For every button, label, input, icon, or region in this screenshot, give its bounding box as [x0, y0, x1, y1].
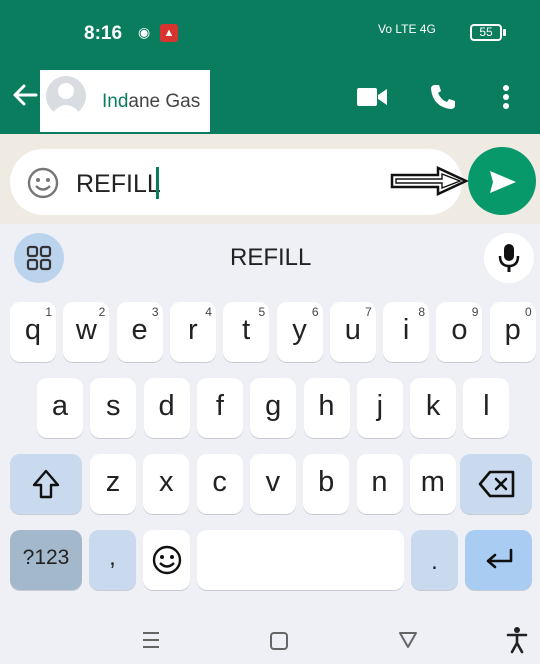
key-label: x — [159, 466, 174, 498]
home-icon[interactable] — [268, 630, 290, 652]
send-icon[interactable] — [488, 167, 518, 197]
accessibility-icon[interactable] — [506, 626, 528, 654]
space-key[interactable] — [197, 530, 404, 590]
key-hint: 9 — [471, 305, 479, 319]
key-label: n — [371, 466, 388, 498]
key-label: a — [51, 390, 69, 422]
key-h[interactable]: h — [303, 378, 350, 438]
arrow-annotation-icon — [390, 166, 469, 196]
key-r[interactable]: r4 — [169, 302, 216, 362]
key-label: g — [265, 390, 282, 422]
key-label: z — [105, 466, 121, 498]
video-call-icon[interactable] — [356, 86, 388, 108]
contact-name[interactable]: Indane Gas — [102, 91, 200, 113]
key-a[interactable]: a — [37, 378, 83, 438]
enter-key[interactable] — [465, 530, 532, 590]
key-hint: 8 — [418, 305, 426, 319]
status-app-icon: ◉ — [138, 24, 151, 40]
comma-key-label: , — [109, 544, 116, 571]
key-y[interactable]: y6 — [276, 302, 323, 362]
backspace-key[interactable] — [460, 454, 532, 514]
text-cursor — [156, 167, 159, 199]
key-label: d — [158, 390, 175, 422]
key-c[interactable]: c — [196, 454, 243, 514]
shift-icon — [32, 469, 60, 499]
backspace-icon — [478, 470, 515, 498]
key-t[interactable]: t5 — [223, 302, 270, 362]
status-alert-icon: ▲ — [160, 24, 178, 42]
key-label: j — [376, 390, 384, 422]
suggestion-chip[interactable]: REFILL — [230, 244, 311, 272]
key-l[interactable]: l — [463, 378, 510, 438]
keyboard — [0, 224, 540, 664]
key-label: l — [483, 390, 490, 422]
key-hint: 6 — [311, 305, 319, 319]
battery-nub — [503, 29, 506, 36]
key-hint: 0 — [525, 305, 532, 319]
emoji-key-icon — [152, 545, 182, 575]
key-s[interactable]: s — [90, 378, 137, 438]
more-vert-icon[interactable] — [496, 84, 516, 110]
key-label: k — [425, 390, 441, 422]
key-x[interactable]: x — [143, 454, 190, 514]
key-hint: 2 — [98, 305, 106, 319]
key-d[interactable]: d — [143, 378, 190, 438]
key-e[interactable]: e3 — [116, 302, 163, 362]
key-b[interactable]: b — [303, 454, 350, 514]
key-hint: 1 — [45, 305, 52, 319]
key-q[interactable]: q1 — [10, 302, 56, 362]
back-arrow-icon[interactable] — [10, 80, 40, 110]
key-p[interactable]: p0 — [489, 302, 536, 362]
message-input[interactable]: REFILL — [76, 170, 161, 199]
key-g[interactable]: g — [250, 378, 297, 438]
signal-indicator: Vo LTE 4G — [378, 22, 436, 36]
key-label: v — [265, 466, 281, 498]
key-z[interactable]: z — [90, 454, 136, 514]
key-hint: 5 — [258, 305, 266, 319]
enter-icon — [486, 548, 513, 569]
key-j[interactable]: j — [356, 378, 403, 438]
recents-icon[interactable] — [140, 628, 162, 652]
key-label: f — [215, 390, 224, 422]
emoji-key[interactable] — [143, 530, 190, 590]
emoji-icon[interactable] — [26, 166, 60, 200]
key-o[interactable]: o9 — [436, 302, 483, 362]
symbols-key-label: ?123 — [22, 546, 70, 569]
key-label: c — [212, 466, 227, 498]
symbols-key[interactable]: ?123 — [10, 530, 82, 590]
key-k[interactable]: k — [410, 378, 457, 438]
key-u[interactable]: u7 — [329, 302, 376, 362]
key-n[interactable]: n — [356, 454, 403, 514]
key-w[interactable]: w2 — [63, 302, 110, 362]
key-label: h — [318, 390, 335, 422]
key-m[interactable]: m — [409, 454, 456, 514]
key-label: s — [106, 390, 121, 422]
key-hint: 3 — [151, 305, 159, 319]
back-nav-icon[interactable] — [397, 628, 419, 650]
comma-key[interactable]: , — [89, 530, 136, 590]
key-hint: 4 — [205, 305, 212, 319]
key-hint: 7 — [365, 305, 372, 319]
battery-icon: 55 — [470, 24, 502, 41]
key-i[interactable]: i8 — [383, 302, 430, 362]
key-v[interactable]: v — [249, 454, 296, 514]
shift-key[interactable] — [10, 454, 82, 514]
avatar[interactable] — [46, 76, 86, 116]
period-key[interactable]: . — [411, 530, 458, 590]
phone-icon[interactable] — [428, 83, 458, 111]
contact-name-prefix: Ind — [102, 91, 129, 112]
mic-icon[interactable] — [497, 242, 521, 274]
key-label: b — [318, 466, 335, 498]
status-bar — [0, 0, 540, 64]
key-f[interactable]: f — [196, 378, 243, 438]
status-time: 8:16 — [84, 23, 123, 44]
key-label: m — [420, 466, 445, 498]
period-key-label: . — [431, 548, 438, 575]
contact-name-rest: ane Gas — [128, 91, 201, 112]
avatar-person-icon — [50, 83, 82, 116]
grid-icon[interactable] — [26, 245, 52, 271]
